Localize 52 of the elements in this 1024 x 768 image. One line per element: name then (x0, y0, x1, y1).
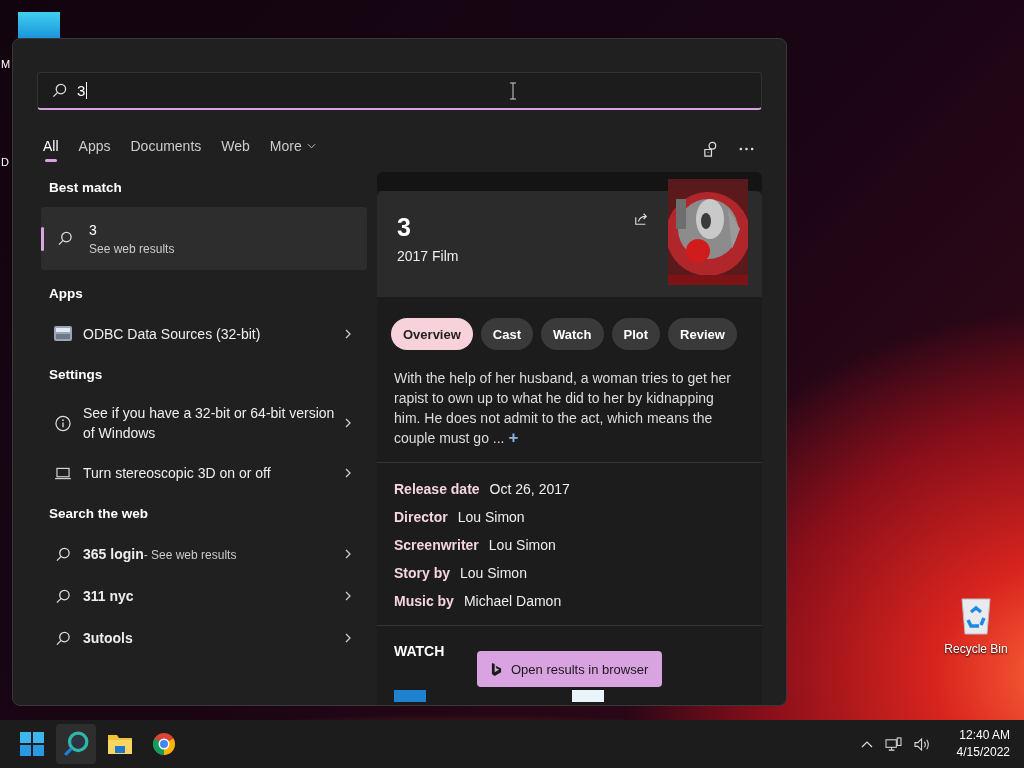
film-title: 3 (397, 213, 412, 242)
expand-link[interactable]: + (508, 428, 519, 447)
result-item[interactable]: 3utools (41, 617, 367, 659)
result-title: 3 (89, 221, 98, 238)
result-subtitle: See web results (89, 241, 175, 256)
filter-tab[interactable]: Apps (72, 134, 117, 164)
fact-label: Screenwriter (394, 537, 479, 553)
fact-label: Story by (394, 565, 450, 581)
film-subtitle: 2017 Film (397, 248, 460, 264)
result-item[interactable]: See if you have a 32-bit or 64-bit version of Windows (41, 394, 367, 452)
section-pill[interactable]: Cast (480, 318, 533, 350)
search-field[interactable]: 3 (37, 72, 762, 110)
result-item[interactable]: 365 login- See web results (41, 533, 367, 575)
result-hint: - See web results (143, 547, 237, 562)
fact-value: Lou Simon (457, 509, 525, 525)
fact-label: Release date (394, 481, 480, 497)
fact-value: Michael Damon (463, 593, 562, 609)
result-item[interactable]: 311 nyc (41, 575, 367, 617)
section-pill[interactable]: Plot (611, 318, 661, 350)
film-description: With the help of her husband, a woman tries to get her rapist to own up to what he did to her by kidnapping him. He does not admit to the act, which means the couple must go ... + (394, 369, 732, 448)
section-heading: Settings (48, 366, 104, 384)
clock-date: 4/15/2022 (956, 744, 1010, 761)
section-pill[interactable]: Overview (391, 318, 473, 350)
desktop-icon-label: M (1, 58, 11, 70)
recycle-bin-label: Recycle Bin (944, 642, 1008, 656)
result-item[interactable]: ODBC Data Sources (32-bit) (41, 313, 367, 355)
best-match-item[interactable]: 3 See web results (41, 207, 367, 270)
filter-tab[interactable]: All (37, 134, 65, 164)
result-item[interactable]: Turn stereoscopic 3D on or off (41, 452, 367, 494)
section-heading: Search the web (48, 505, 150, 523)
fact-label: Music by (394, 593, 454, 609)
clock-time: 12:40 AM (959, 727, 1010, 744)
fact-value: Lou Simon (460, 565, 527, 581)
section-heading: WATCH (394, 643, 445, 659)
fact-value: Lou Simon (488, 537, 556, 553)
fact-label: Director (394, 509, 448, 525)
open-in-browser-button[interactable]: Open results in browser (477, 651, 663, 687)
section-pill[interactable]: Review (668, 318, 737, 350)
result-label: 3utools (83, 630, 133, 646)
result-label: Turn stereoscopic 3D on or off (83, 465, 271, 481)
section-heading: Apps (48, 285, 84, 303)
result-label: ODBC Data Sources (32-bit) (83, 326, 261, 342)
result-label: See if you have a 32-bit or 64-bit version of Windows (83, 405, 335, 441)
result-label: 365 login (83, 545, 144, 562)
section-heading: Best match (48, 179, 123, 197)
filter-tab[interactable]: Documents (124, 134, 208, 164)
desktop-icon-label: D (1, 156, 9, 168)
filter-tab[interactable]: Web (215, 134, 256, 164)
result-label: 311 nyc (83, 588, 134, 604)
section-pill[interactable]: Watch (541, 318, 604, 350)
fact-value: Oct 26, 2017 (489, 481, 570, 497)
filter-tab[interactable]: More (263, 134, 322, 164)
